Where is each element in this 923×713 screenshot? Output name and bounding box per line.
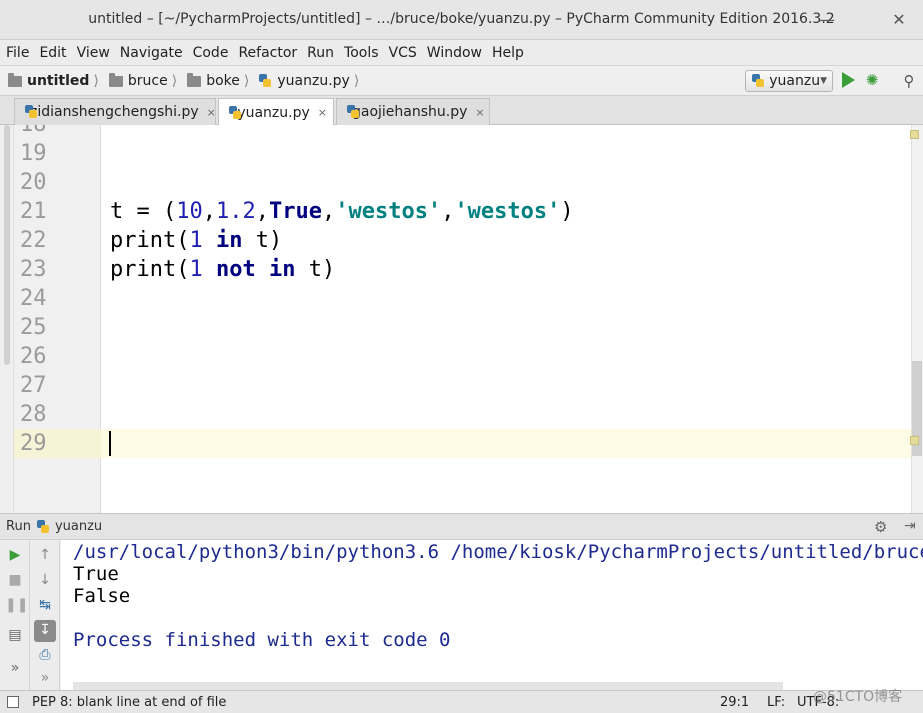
breadcrumb-bruce[interactable]: bruce ⟩ [108,72,183,89]
watermark: @51CTO博客 [813,689,903,705]
debug-icon[interactable]: ✺ [864,72,880,89]
breadcrumb-boke[interactable]: boke ⟩ [187,72,255,89]
hide-panel-icon[interactable]: ⇥ [904,518,916,534]
menu-code[interactable]: Code [193,40,229,65]
status-message: PEP 8: blank line at end of file [32,695,227,710]
menu-help[interactable]: Help [492,40,524,65]
breadcrumb: untitled ⟩ bruce ⟩ boke ⟩ yuanzu.py ⟩ [8,66,369,96]
more-icon[interactable]: » [35,668,55,688]
console-line-output: False [73,585,131,607]
soft-wrap-icon[interactable]: ↹ [35,595,55,615]
python-file-icon [229,105,243,120]
menu-run[interactable]: Run [307,40,334,65]
breadcrumb-untitled[interactable]: untitled ⟩ [8,72,105,89]
run-tab-yuanzu[interactable]: yuanzu [36,519,102,534]
line-number: 26 [20,344,47,369]
close-tab-icon[interactable]: × [475,106,484,119]
gear-icon[interactable]: ⚙ [874,518,887,536]
run-panel-header: Run yuanzu [0,513,923,540]
menu-bar: File Edit View Navigate Code Refactor Ru… [0,40,923,66]
tab-yuanzu[interactable]: yuanzu.py × [218,98,334,126]
title-bar: untitled – [~/PycharmProjects/untitled] … [0,0,923,40]
window-title: untitled – [~/PycharmProjects/untitled] … [88,11,835,27]
line-number: 20 [20,170,47,195]
editor-tabs: zidianshengchengshi.py × yuanzu.py × gao… [0,96,923,126]
run-toolbar: ▶ ■ ❚❚ ▤ » [0,540,30,690]
line-number: 22 [20,228,47,253]
line-number: 28 [20,402,47,427]
console-line-exit: Process finished with exit code 0 [73,629,451,651]
tab-zidianshengchengshi[interactable]: zidianshengchengshi.py × [14,98,216,125]
menu-refactor[interactable]: Refactor [238,40,297,65]
pin-icon[interactable]: » [5,658,25,678]
project-panel-strip[interactable] [0,125,14,513]
line-number: 27 [20,373,47,398]
menu-file[interactable]: File [6,40,29,65]
code-line-21: t = (10,1.2,True,'westos','westos') [110,199,574,224]
line-ending[interactable]: LF: [767,695,785,710]
minimize-icon[interactable]: — [816,9,838,31]
tab-gaojiehanshu[interactable]: gaojiehanshu.py × [336,98,490,125]
chevron-right-icon: ⟩ [353,73,360,89]
close-tab-icon[interactable]: × [318,106,327,119]
down-arrow-icon[interactable]: ↓ [35,570,55,590]
status-bar: PEP 8: blank line at end of file 29:1 LF… [0,690,923,713]
menu-tools[interactable]: Tools [344,40,379,65]
up-arrow-icon[interactable]: ↑ [35,545,55,565]
line-number: 21 [20,199,47,224]
caret-position[interactable]: 29:1 [720,695,749,710]
run-icon[interactable] [842,72,855,88]
python-file-icon [36,519,50,534]
code-editor[interactable]: 18 19 20 21 22 23 24 25 26 27 28 29 t = … [0,125,923,513]
line-number: 25 [20,315,47,340]
menu-edit[interactable]: Edit [39,40,66,65]
scroll-to-end-icon[interactable]: ↧ [34,620,56,642]
python-file-icon [752,74,765,88]
scrollbar-thumb[interactable] [4,125,10,365]
warning-marker[interactable] [910,436,919,445]
chevron-right-icon: ⟩ [171,73,178,89]
rerun-icon[interactable]: ▶ [5,545,25,565]
line-number: 29 [20,431,47,456]
chevron-right-icon: ⟩ [93,73,99,89]
search-icon[interactable]: ⚲ [900,72,918,90]
console-line-command: /usr/local/python3/bin/python3.6 /home/k… [73,541,923,563]
current-line-highlight [101,429,911,458]
breadcrumb-yuanzu[interactable]: yuanzu.py ⟩ [259,73,365,89]
folder-icon [108,72,123,87]
line-number: 18 [20,125,60,139]
warning-marker[interactable] [910,130,919,139]
navigation-bar: untitled ⟩ bruce ⟩ boke ⟩ yuanzu.py ⟩ yu… [0,66,923,96]
stop-icon[interactable]: ■ [5,570,25,590]
line-number: 23 [20,257,47,282]
run-console[interactable]: /usr/local/python3/bin/python3.6 /home/k… [61,540,923,690]
line-number: 19 [20,141,47,166]
pause-icon[interactable]: ❚❚ [5,595,28,615]
restore-layout-icon[interactable]: ▤ [5,625,25,645]
run-panel-label: Run [6,519,31,534]
folder-icon [187,72,202,87]
text-caret [109,431,111,456]
menu-view[interactable]: View [77,40,110,65]
console-horizontal-scrollbar[interactable] [73,682,783,690]
line-number: 24 [20,286,47,311]
tool-window-toggle-icon[interactable] [7,696,19,708]
print-icon[interactable]: ⎙ [35,645,55,665]
close-tab-icon[interactable]: × [207,106,216,119]
python-file-icon [259,74,272,88]
console-toolbar: ↑ ↓ ↹ ↧ ⎙ » [30,540,60,690]
menu-vcs[interactable]: VCS [389,40,417,65]
menu-navigate[interactable]: Navigate [120,40,183,65]
code-line-23: print(1 not in t) [110,257,336,282]
chevron-down-icon: ▼ [820,76,827,86]
console-line-output: True [73,563,119,585]
close-icon[interactable]: ✕ [888,9,910,31]
chevron-right-icon: ⟩ [243,73,250,89]
menu-window[interactable]: Window [427,40,482,65]
folder-icon [8,72,22,87]
run-configuration-select[interactable]: yuanzu ▼ [745,70,833,92]
code-line-22: print(1 in t) [110,228,283,253]
